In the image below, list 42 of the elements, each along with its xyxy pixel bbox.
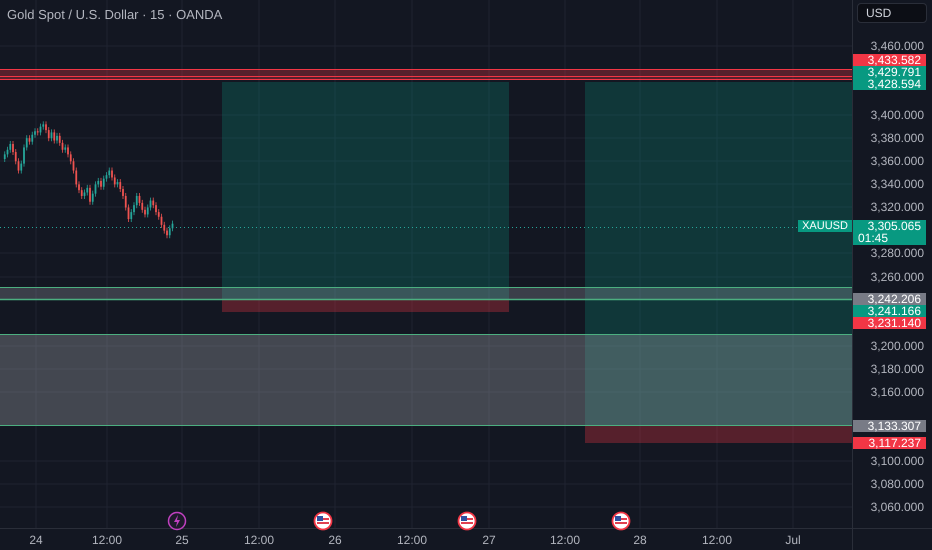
time-label: 27: [482, 533, 496, 547]
price-tag: 3,231.140: [853, 317, 926, 329]
price-label: 3,360.000: [870, 154, 924, 168]
currency-button[interactable]: USD: [857, 3, 927, 23]
price-label: 3,460.000: [870, 39, 924, 53]
price-tag: 3,117.237: [853, 437, 926, 449]
price-tag: 3,242.206: [853, 293, 926, 305]
symbol-tag: XAUUSD: [798, 220, 852, 232]
time-label: 28: [633, 533, 647, 547]
time-label: 12:00: [92, 533, 122, 547]
time-label: Jul: [785, 533, 801, 547]
price-label: 3,340.000: [870, 177, 924, 191]
price-label: 3,400.000: [870, 108, 924, 122]
time-label: 24: [29, 533, 43, 547]
flag-icon[interactable]: [611, 511, 631, 531]
price-label: 3,380.000: [870, 131, 924, 145]
flag-icon[interactable]: [457, 511, 477, 531]
time-label: 12:00: [396, 533, 428, 547]
time-label: 26: [328, 533, 342, 547]
price-tag: 3,428.594: [853, 78, 926, 90]
price-label: 3,100.000: [870, 454, 924, 468]
price-label: 3,060.000: [870, 500, 924, 514]
price-label: 3,320.000: [870, 200, 924, 214]
time-label: 12:00: [702, 533, 732, 547]
price-label: 3,260.000: [870, 270, 924, 284]
last-price: 3,305.065: [868, 220, 921, 232]
chart-title: Gold Spot / U.S. Dollar · 15 · OANDA: [7, 6, 222, 24]
time-label: 25: [175, 533, 189, 547]
flag-icon[interactable]: [313, 511, 333, 531]
lightning-icon[interactable]: [167, 511, 187, 531]
price-label: 3,200.000: [870, 339, 924, 353]
price-label: 3,280.000: [870, 246, 924, 260]
price-tag: 3,133.307: [853, 420, 926, 432]
time-label: 12:00: [244, 533, 274, 547]
price-tag: 3,429.791: [853, 66, 926, 78]
price-label: 3,080.000: [870, 477, 924, 491]
time-label: 12:00: [550, 533, 580, 547]
price-label: 3,180.000: [870, 362, 924, 376]
price-tag: 3,433.582: [853, 54, 926, 66]
price-tag: 3,241.166: [853, 305, 926, 317]
bar-countdown: 01:45: [858, 232, 888, 244]
price-label: 3,160.000: [870, 385, 924, 399]
